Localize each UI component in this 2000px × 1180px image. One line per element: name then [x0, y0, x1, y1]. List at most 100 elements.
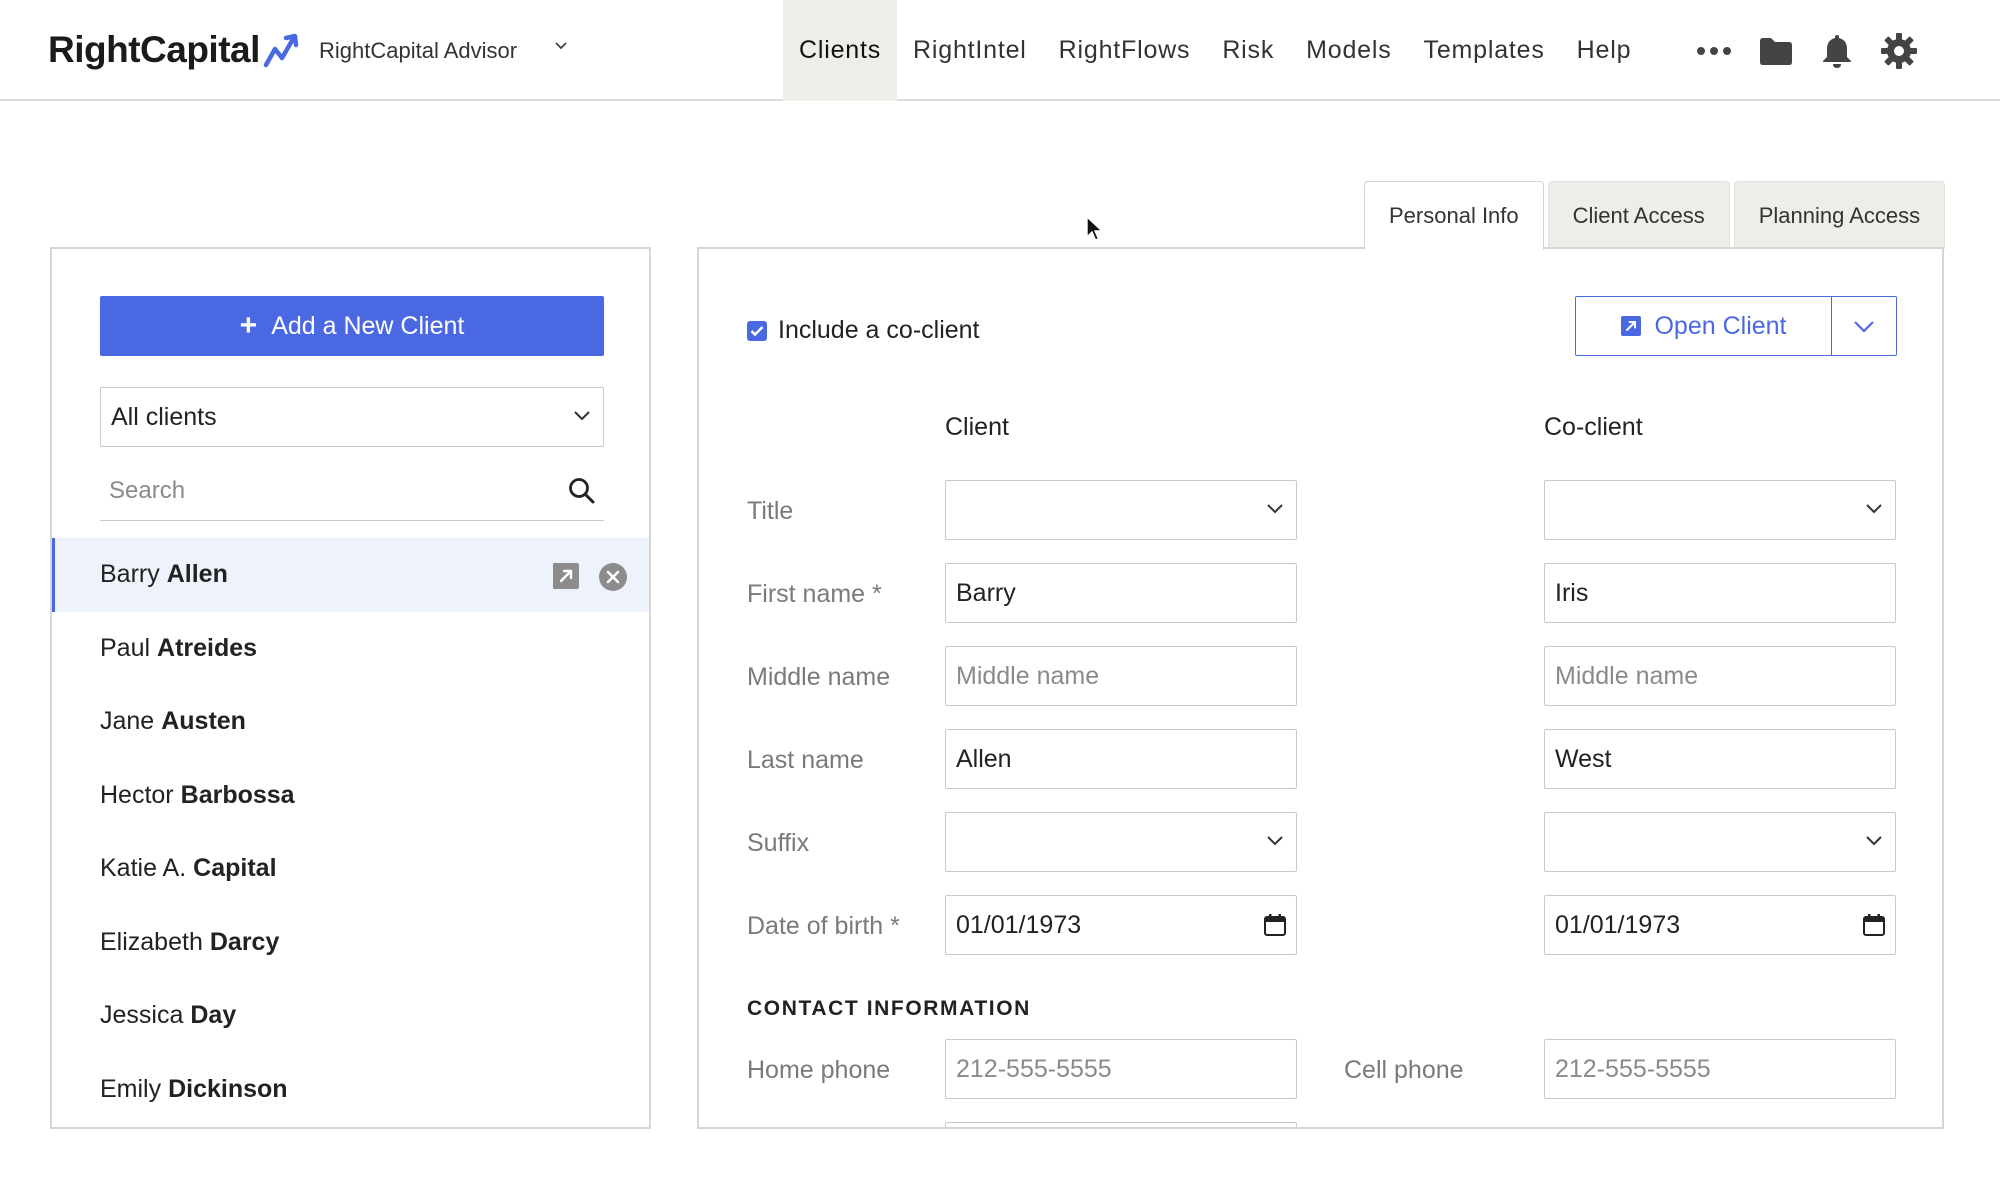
client-filter-select[interactable]: All clients: [100, 387, 604, 447]
coclient-last-name-value: West: [1555, 744, 1612, 773]
client-suffix-select[interactable]: [945, 812, 1297, 872]
middle-name-label: Middle name: [747, 663, 891, 691]
nav-models[interactable]: Models: [1290, 0, 1407, 101]
include-coclient-checkbox[interactable]: Include a co-client: [747, 316, 980, 345]
date-of-birth-label: Date of birth *: [747, 912, 900, 940]
cell-phone-placeholder: 212-555-5555: [1555, 1054, 1711, 1083]
client-first-name-value: Barry: [956, 578, 1016, 607]
nav-clients[interactable]: Clients: [783, 0, 898, 101]
client-first-name: Jane: [100, 707, 155, 736]
open-client-button[interactable]: Open Client: [1576, 297, 1832, 355]
client-first-name: Emily: [100, 1074, 162, 1103]
coclient-middle-name-placeholder: Middle name: [1555, 661, 1699, 690]
nav-rightintel[interactable]: RightIntel: [897, 0, 1043, 101]
client-first-name: Hector: [100, 780, 174, 809]
client-last-name: Day: [190, 1001, 237, 1030]
client-title-select[interactable]: [945, 480, 1297, 540]
last-name-label: Last name: [747, 746, 864, 774]
nav-templates[interactable]: Templates: [1408, 0, 1561, 101]
client-last-name: Dickinson: [168, 1074, 288, 1103]
rightcapital-logo[interactable]: RightCapital: [48, 22, 305, 78]
logo-arrow-icon: [263, 33, 299, 68]
client-list-panel: + Add a New Client All clients BarryAlle…: [50, 247, 651, 1129]
coclient-middle-name-field[interactable]: Middle name: [1544, 646, 1896, 706]
client-list: Barry Allen Paul Atreides Jane Austen Hecto…: [52, 538, 649, 1126]
client-first-name: Jessica: [100, 1001, 184, 1030]
open-external-icon[interactable]: [552, 562, 580, 590]
calendar-icon[interactable]: [1862, 913, 1886, 937]
coclient-first-name-value: Iris: [1555, 578, 1589, 607]
client-first-name: Barry: [100, 560, 160, 589]
client-date-of-birth-field[interactable]: 01/01/1973: [945, 895, 1297, 955]
chevron-down-icon: [1866, 836, 1882, 846]
client-list-item[interactable]: Emily Dickinson: [52, 1053, 649, 1127]
client-first-name: Elizabeth: [100, 927, 203, 956]
nav-risk[interactable]: Risk: [1206, 0, 1290, 101]
chevron-down-icon: [555, 42, 567, 50]
client-middle-name-field[interactable]: Middle name: [945, 646, 1297, 706]
open-client-dropdown-button[interactable]: [1832, 297, 1896, 355]
checkbox-checked-icon[interactable]: [747, 320, 767, 341]
nav-rightflows[interactable]: RightFlows: [1043, 0, 1207, 101]
tab-personal-info[interactable]: Personal Info: [1364, 181, 1544, 251]
chevron-down-icon: [574, 411, 590, 421]
client-middle-name-placeholder: Middle name: [956, 661, 1100, 690]
client-list-item[interactable]: Barry Allen: [52, 538, 649, 612]
cell-phone-label: Cell phone: [1344, 1056, 1464, 1084]
client-list-item[interactable]: Jane Austen: [52, 685, 649, 759]
top-navigation-bar: RightCapital RightCapital Advisor Client…: [0, 0, 2000, 101]
coclient-first-name-field[interactable]: Iris: [1544, 563, 1896, 623]
coclient-last-name-field[interactable]: West: [1544, 729, 1896, 789]
mouse-cursor-icon: [1086, 215, 1104, 241]
client-list-item[interactable]: Jessica Day: [52, 979, 649, 1053]
home-phone-placeholder: 212-555-5555: [956, 1054, 1112, 1083]
home-phone-field[interactable]: 212-555-5555: [945, 1039, 1297, 1099]
client-list-item[interactable]: Paul Atreides: [52, 612, 649, 686]
coclient-date-of-birth-field[interactable]: 01/01/1973: [1544, 895, 1896, 955]
open-client-split-button: Open Client: [1575, 296, 1897, 356]
client-last-name-field[interactable]: Allen: [945, 729, 1297, 789]
coclient-title-select[interactable]: [1544, 480, 1896, 540]
nav-icon-group: [1696, 28, 1918, 74]
calendar-icon[interactable]: [1263, 913, 1287, 937]
tab-client-access[interactable]: Client Access: [1547, 181, 1730, 249]
open-external-icon: [1620, 315, 1642, 337]
detail-tabs: Personal Info Client Access Planning Acc…: [1364, 181, 1946, 251]
client-list-item[interactable]: Elizabeth Darcy: [52, 906, 649, 980]
plus-icon: +: [239, 309, 258, 342]
client-last-name: Capital: [193, 854, 277, 883]
remove-client-icon[interactable]: [598, 562, 628, 592]
next-contact-field[interactable]: [945, 1122, 1297, 1127]
more-icon[interactable]: [1696, 46, 1732, 56]
gear-icon[interactable]: [1880, 32, 1918, 70]
add-new-client-button[interactable]: + Add a New Client: [100, 296, 604, 356]
client-first-name-field[interactable]: Barry: [945, 563, 1297, 623]
coclient-suffix-select[interactable]: [1544, 812, 1896, 872]
tab-planning-access[interactable]: Planning Access: [1733, 181, 1946, 249]
open-client-label: Open Client: [1654, 311, 1787, 340]
client-list-item[interactable]: Hector Barbossa: [52, 759, 649, 833]
client-last-name: Austen: [161, 707, 246, 736]
client-last-name: Allen: [166, 560, 228, 589]
account-label: RightCapital Advisor: [319, 38, 518, 63]
client-first-name: Paul: [100, 633, 151, 662]
add-new-client-label: Add a New Client: [271, 311, 465, 340]
client-search-input[interactable]: [100, 465, 540, 517]
chevron-down-icon: [1267, 504, 1283, 514]
client-first-name: Katie A.: [100, 854, 187, 883]
client-dob-value: 01/01/1973: [956, 910, 1082, 939]
chevron-down-icon: [1854, 321, 1874, 333]
contact-information-heading: CONTACT INFORMATION: [747, 997, 1031, 1020]
include-coclient-label: Include a co-client: [778, 316, 980, 344]
personal-info-panel: Include a co-client Open Client Client C…: [697, 247, 1944, 1129]
folder-icon[interactable]: [1758, 36, 1794, 66]
bell-icon[interactable]: [1820, 33, 1854, 69]
client-list-item[interactable]: Katie A. Capital: [52, 832, 649, 906]
client-column-heading: Client: [945, 413, 1009, 441]
account-switcher[interactable]: RightCapital Advisor: [319, 30, 567, 72]
search-icon[interactable]: [568, 477, 596, 505]
client-last-name: Barbossa: [180, 780, 295, 809]
cell-phone-field[interactable]: 212-555-5555: [1544, 1039, 1896, 1099]
logo-text: RightCapital: [48, 29, 260, 70]
nav-help[interactable]: Help: [1561, 0, 1648, 101]
